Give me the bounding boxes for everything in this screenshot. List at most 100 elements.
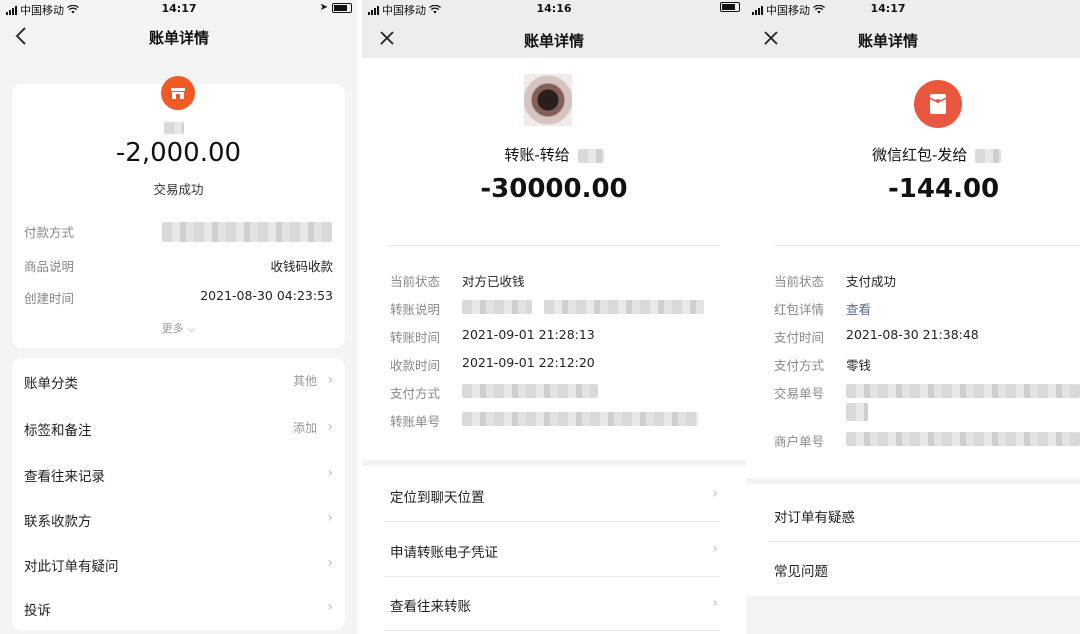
detail-row: 转账说明 — [362, 299, 746, 317]
detail-value: 2021-09-01 21:28:13 — [462, 327, 595, 342]
detail-value: 2021-09-01 22:12:20 — [462, 355, 595, 370]
red-packet-icon — [914, 80, 962, 128]
menu-item-apply-voucher[interactable]: 申请转账电子凭证 › — [362, 541, 746, 561]
amount: -30000.00 — [480, 174, 628, 204]
menu-item-transfer-history[interactable]: 查看往来转账 › — [362, 595, 746, 615]
divider — [768, 541, 1080, 542]
chevron-right-icon: › — [327, 599, 333, 615]
nav-bar: 账单详情 — [746, 22, 1080, 58]
detail-label: 支付时间 — [774, 330, 825, 345]
alipay-bill-detail-screen: 中国移动 14:17 ➤ 账单详情 -2,000.00 交易成功 付款方式 商品… — [0, 0, 358, 634]
menu-item-label: 查看往来转账 — [390, 599, 471, 615]
detail-label: 转账时间 — [390, 330, 441, 345]
menu-item-label: 标签和备注 — [24, 423, 92, 439]
divider — [388, 245, 720, 246]
transaction-number-blurred — [846, 403, 868, 421]
chevron-right-icon: › — [712, 595, 718, 611]
detail-row: 当前状态 对方已收钱 — [362, 271, 746, 289]
redpacket-subtitle: 微信红包-发给 — [872, 144, 1002, 165]
transaction-status: 交易成功 — [153, 182, 204, 197]
status-time: 14:17 — [161, 2, 197, 15]
menu-item-label: 投诉 — [24, 603, 51, 619]
detail-row: 红包详情 查看 — [746, 299, 1080, 317]
payment-method-blurred — [162, 222, 332, 242]
menu-item-label: 对订单有疑惑 — [774, 510, 855, 526]
menu-item-complaint[interactable]: 投诉 › — [12, 599, 345, 619]
merchant-shop-icon — [161, 76, 195, 110]
menu-item-locate-chat[interactable]: 定位到聊天位置 › — [362, 486, 746, 506]
detail-row: 支付方式 — [362, 383, 746, 401]
detail-label: 商户单号 — [774, 434, 825, 449]
menu-item-history[interactable]: 查看往来记录 › — [12, 465, 345, 485]
section-gap — [746, 478, 1080, 484]
menu-item-value: 添加 — [292, 421, 317, 435]
redpacket-view-link[interactable]: 查看 — [846, 299, 871, 318]
payment-method-blurred — [462, 384, 598, 398]
recipient-name-blurred — [975, 148, 1002, 163]
menu-item-label: 联系收款方 — [24, 514, 92, 530]
divider — [384, 630, 720, 631]
detail-value: 零钱 — [846, 358, 872, 373]
more-label: 更多 — [161, 322, 184, 335]
chevron-down-icon: ⌵ — [187, 322, 196, 335]
menu-item-label: 常见问题 — [774, 564, 828, 580]
transaction-card: -2,000.00 交易成功 付款方式 商品说明 收钱码收款 创建时间 2021… — [12, 76, 345, 348]
transfer-note-blurred — [544, 300, 704, 314]
detail-row: 付款方式 — [12, 222, 345, 242]
amount: -144.00 — [888, 174, 1000, 204]
status-time: 14:16 — [536, 2, 572, 15]
wechat-transfer-detail-screen: 中国移动 14:16 账单详情 转账-转给 -30000.00 当前状态 对方已… — [362, 0, 746, 634]
menu-item-faq[interactable]: 常见问题 — [746, 560, 1080, 580]
detail-row: 商品说明 收钱码收款 — [12, 256, 345, 276]
detail-row: 转账时间 2021-09-01 21:28:13 — [362, 327, 746, 345]
detail-label: 转账说明 — [390, 302, 441, 317]
amount: -2,000.00 — [115, 138, 242, 168]
detail-value: 2021-08-30 21:38:48 — [846, 327, 979, 342]
transfer-number-blurred — [462, 412, 698, 426]
payee-avatar — [524, 74, 572, 126]
chevron-right-icon: › — [327, 465, 333, 481]
menu-item-bill-category[interactable]: 账单分类 其他 › — [12, 372, 345, 392]
chevron-right-icon: › — [327, 372, 333, 388]
menu-item-label: 对此订单有疑问 — [24, 559, 119, 575]
merchant-number-blurred — [846, 432, 1080, 446]
detail-label: 转账单号 — [390, 414, 441, 429]
menu-item-contact-payee[interactable]: 联系收款方 › — [12, 510, 345, 530]
recipient-name-blurred — [577, 148, 604, 163]
detail-label: 交易单号 — [774, 386, 825, 401]
status-bar: 中国移动 14:16 — [362, 0, 746, 22]
chevron-right-icon: › — [712, 486, 718, 502]
chevron-right-icon: › — [327, 419, 333, 435]
detail-row: 转账单号 — [362, 411, 746, 429]
detail-row: 收款时间 2021-09-01 22:12:20 — [362, 355, 746, 373]
detail-row: 商户单号 — [746, 431, 1080, 449]
menu-item-value: 其他 — [292, 374, 317, 388]
detail-row: 当前状态 支付成功 — [746, 271, 1080, 289]
detail-value: 对方已收钱 — [462, 274, 525, 289]
detail-row: 创建时间 2021-08-30 04:23:53 — [12, 288, 345, 308]
menu-item-label: 查看往来记录 — [24, 469, 105, 485]
menu-item-label: 定位到聊天位置 — [390, 490, 485, 506]
detail-label: 支付方式 — [390, 386, 441, 401]
transfer-subtitle: 转账-转给 — [362, 144, 746, 165]
battery-icon — [332, 2, 352, 13]
divider — [384, 576, 720, 577]
options-card: 账单分类 其他 › 标签和备注 添加 › 查看往来记录 › 联系收款方 › 对此… — [12, 358, 345, 630]
page-title: 账单详情 — [148, 29, 209, 47]
nav-bar: 账单详情 — [362, 22, 746, 58]
menu-item-order-question[interactable]: 对此订单有疑问 › — [12, 555, 345, 575]
subtitle-text: 转账-转给 — [504, 146, 570, 164]
detail-value: 2021-08-30 04:23:53 — [200, 288, 333, 303]
more-toggle[interactable]: 更多 ⌵ — [12, 320, 345, 336]
transaction-number-blurred — [846, 384, 1080, 398]
detail-label: 支付方式 — [774, 358, 825, 373]
section-gap — [362, 460, 746, 466]
location-arrow-icon: ➤ — [319, 2, 328, 13]
detail-label: 当前状态 — [390, 274, 441, 289]
battery-icon — [720, 2, 740, 12]
menu-item-order-doubt[interactable]: 对订单有疑惑 — [746, 506, 1080, 526]
menu-item-tags-notes[interactable]: 标签和备注 添加 › — [12, 419, 345, 439]
payee-name-blurred — [164, 122, 184, 134]
chevron-right-icon: › — [327, 555, 333, 571]
page-title: 账单详情 — [523, 32, 584, 50]
